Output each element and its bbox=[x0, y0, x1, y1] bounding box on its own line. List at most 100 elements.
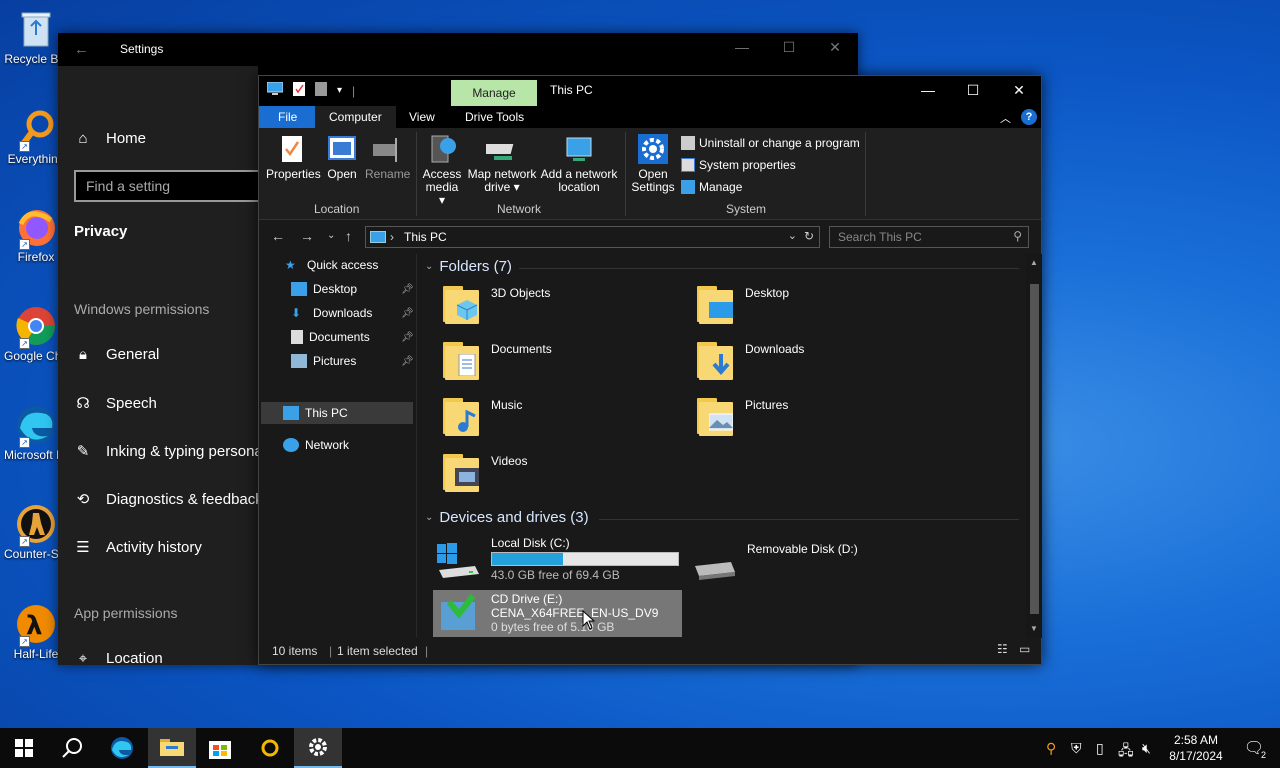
folder-videos-icon bbox=[443, 452, 481, 492]
close-button[interactable]: ✕ bbox=[996, 82, 1042, 99]
system-properties-button[interactable]: System properties bbox=[681, 158, 796, 172]
volume-muted-icon[interactable]: 🔇︎ bbox=[1142, 740, 1151, 757]
taskbar-file-explorer[interactable] bbox=[148, 728, 196, 768]
recent-locations-icon[interactable]: ⌄ bbox=[327, 230, 335, 241]
tab-view[interactable]: View bbox=[395, 106, 449, 128]
address-bar[interactable]: › This PC ⌄ ↻ bbox=[365, 226, 820, 248]
tab-drive-tools[interactable]: Drive Tools bbox=[451, 106, 538, 128]
qat-dropdown-icon[interactable]: ▾ bbox=[337, 85, 342, 96]
folder-music[interactable]: Music bbox=[443, 396, 522, 436]
nav-downloads[interactable]: ⬇ Downloads bbox=[291, 306, 372, 320]
chevron-right-icon[interactable]: › bbox=[390, 230, 394, 244]
drive-cd-e[interactable]: CD Drive (E:) CENA_X64FREE_EN-US_DV9 0 b… bbox=[433, 590, 682, 640]
rename-button[interactable]: Rename bbox=[365, 134, 410, 181]
ribbon-separator bbox=[865, 132, 866, 216]
settings-titlebar[interactable]: ← Settings — ☐ ✕ bbox=[58, 33, 858, 66]
folder-videos[interactable]: Videos bbox=[443, 452, 527, 492]
minimize-button[interactable]: — bbox=[905, 82, 951, 98]
drive-local-disk-c[interactable]: Local Disk (C:) 43.0 GB free of 69.4 GB bbox=[435, 536, 685, 586]
drive-e-free: 0 bytes free of 5.10 GB bbox=[491, 620, 615, 634]
settings-item-speech[interactable]: ☊ Speech bbox=[74, 394, 157, 413]
taskbar-edge[interactable] bbox=[98, 728, 146, 768]
shortcut-arrow-icon: ↗ bbox=[19, 437, 30, 448]
scrollbar-thumb[interactable] bbox=[1030, 284, 1039, 614]
devices-group-header[interactable]: ⌄ Devices and drives (3) bbox=[425, 509, 589, 526]
folders-group-header[interactable]: ⌄ Folders (7) bbox=[425, 258, 512, 275]
settings-item-location[interactable]: ⌖ Location bbox=[74, 650, 163, 667]
group-label-network: Network bbox=[497, 202, 542, 216]
start-button[interactable] bbox=[0, 728, 48, 768]
mouse-cursor-icon bbox=[582, 610, 596, 630]
map-network-drive-button[interactable]: Map network drive ▾ bbox=[465, 134, 539, 194]
nav-pictures[interactable]: Pictures bbox=[291, 354, 356, 368]
folder-downloads[interactable]: Downloads bbox=[697, 340, 804, 380]
find-setting-input[interactable]: Find a setting bbox=[74, 170, 264, 202]
manage-contextual-tab[interactable]: Manage bbox=[451, 80, 537, 106]
nav-this-pc[interactable]: This PC bbox=[283, 406, 348, 420]
settings-item-general[interactable]: 🔒︎ General bbox=[74, 346, 159, 363]
app-permissions-heading: App permissions bbox=[74, 605, 178, 621]
folder-pictures[interactable]: Pictures bbox=[697, 396, 788, 436]
tab-computer[interactable]: Computer bbox=[315, 106, 396, 128]
details-view-icon[interactable]: ☷ bbox=[997, 642, 1008, 656]
new-folder-qat-icon[interactable] bbox=[315, 82, 327, 99]
maximize-button[interactable]: ☐ bbox=[950, 82, 996, 99]
help-icon[interactable]: ? bbox=[1021, 109, 1037, 125]
address-this-pc[interactable]: This PC bbox=[404, 230, 447, 244]
nav-quick-access[interactable]: ★ Quick access bbox=[285, 258, 378, 272]
up-arrow-icon[interactable]: ↑ bbox=[345, 228, 352, 244]
shortcut-arrow-icon: ↗ bbox=[19, 141, 30, 152]
refresh-icon[interactable]: ↻ bbox=[804, 229, 814, 243]
scroll-down-icon[interactable]: ▼ bbox=[1030, 624, 1038, 633]
network-tray-icon[interactable]: 🖧︎ bbox=[1118, 740, 1134, 764]
taskbar-store[interactable] bbox=[196, 728, 244, 768]
uninstall-program-button[interactable]: Uninstall or change a program bbox=[681, 136, 860, 150]
system-clock[interactable]: 2:58 AM 8/17/2024 bbox=[1164, 732, 1228, 764]
open-button[interactable]: Open bbox=[325, 134, 359, 181]
explorer-title: This PC bbox=[550, 83, 593, 97]
chrome-icon: ↗ bbox=[15, 305, 57, 349]
access-media-button[interactable]: Access media ▾ bbox=[421, 134, 463, 207]
search-input[interactable]: Search This PC ⚲ bbox=[829, 226, 1029, 248]
vertical-scrollbar[interactable]: ▲ ▼ bbox=[1026, 254, 1042, 638]
taskbar-settings[interactable] bbox=[294, 728, 342, 768]
settings-item-inking[interactable]: ✎ Inking & typing personal bbox=[74, 442, 266, 461]
settings-item-activity-history[interactable]: ☰ Activity history bbox=[74, 538, 202, 557]
forward-arrow-icon[interactable]: → bbox=[300, 228, 314, 244]
back-arrow-icon[interactable]: ← bbox=[74, 41, 89, 58]
settings-home[interactable]: ⌂ Home bbox=[74, 130, 146, 147]
address-dropdown-icon[interactable]: ⌄ bbox=[788, 229, 797, 242]
add-network-location-button[interactable]: Add a network location bbox=[539, 134, 619, 194]
tab-file[interactable]: File bbox=[259, 106, 317, 128]
nav-network[interactable]: Network bbox=[283, 438, 349, 452]
large-icons-view-icon[interactable]: ▭ bbox=[1019, 642, 1030, 656]
manage-button[interactable]: Manage bbox=[681, 180, 742, 194]
diagnostics-icon: ⟲ bbox=[76, 491, 90, 508]
taskbar-cortana[interactable] bbox=[246, 728, 294, 768]
everything-tray-icon[interactable]: ⚲ bbox=[1046, 740, 1056, 757]
nav-documents[interactable]: Documents bbox=[291, 330, 370, 344]
maximize-button[interactable]: ☐ bbox=[766, 39, 812, 56]
action-center-button[interactable]: 🗨︎ 2 bbox=[1230, 728, 1278, 768]
folder-3d-objects[interactable]: 3D Objects bbox=[443, 284, 550, 324]
folder-documents[interactable]: Documents bbox=[443, 340, 552, 380]
minimize-button[interactable]: — bbox=[719, 39, 765, 55]
usb-device-icon[interactable]: ▯ bbox=[1096, 740, 1104, 757]
drive-removable-d[interactable]: Removable Disk (D:) bbox=[691, 542, 858, 590]
activity-history-icon: ☰ bbox=[76, 539, 90, 556]
close-button[interactable]: ✕ bbox=[812, 39, 858, 56]
folder-desktop[interactable]: Desktop bbox=[697, 284, 789, 324]
nav-desktop[interactable]: Desktop bbox=[291, 282, 357, 296]
back-arrow-icon[interactable]: ← bbox=[271, 228, 285, 244]
group-label-system: System bbox=[726, 202, 767, 216]
properties-qat-icon[interactable] bbox=[293, 82, 305, 99]
settings-item-diagnostics[interactable]: ⟲ Diagnostics & feedback bbox=[74, 490, 263, 509]
open-settings-button[interactable]: Open Settings bbox=[631, 134, 675, 194]
collapse-ribbon-icon[interactable]: ︿ bbox=[1000, 110, 1011, 126]
scroll-up-icon[interactable]: ▲ bbox=[1030, 258, 1038, 267]
security-shield-icon[interactable]: ⛨ bbox=[1071, 740, 1082, 757]
taskbar-search-button[interactable] bbox=[48, 728, 96, 768]
file-explorer-window[interactable]: ▾ | Manage This PC — ☐ ✕ File Computer V… bbox=[258, 75, 1042, 665]
properties-button[interactable]: Properties bbox=[266, 134, 321, 181]
explorer-titlebar[interactable]: ▾ | Manage This PC — ☐ ✕ bbox=[259, 76, 1041, 106]
